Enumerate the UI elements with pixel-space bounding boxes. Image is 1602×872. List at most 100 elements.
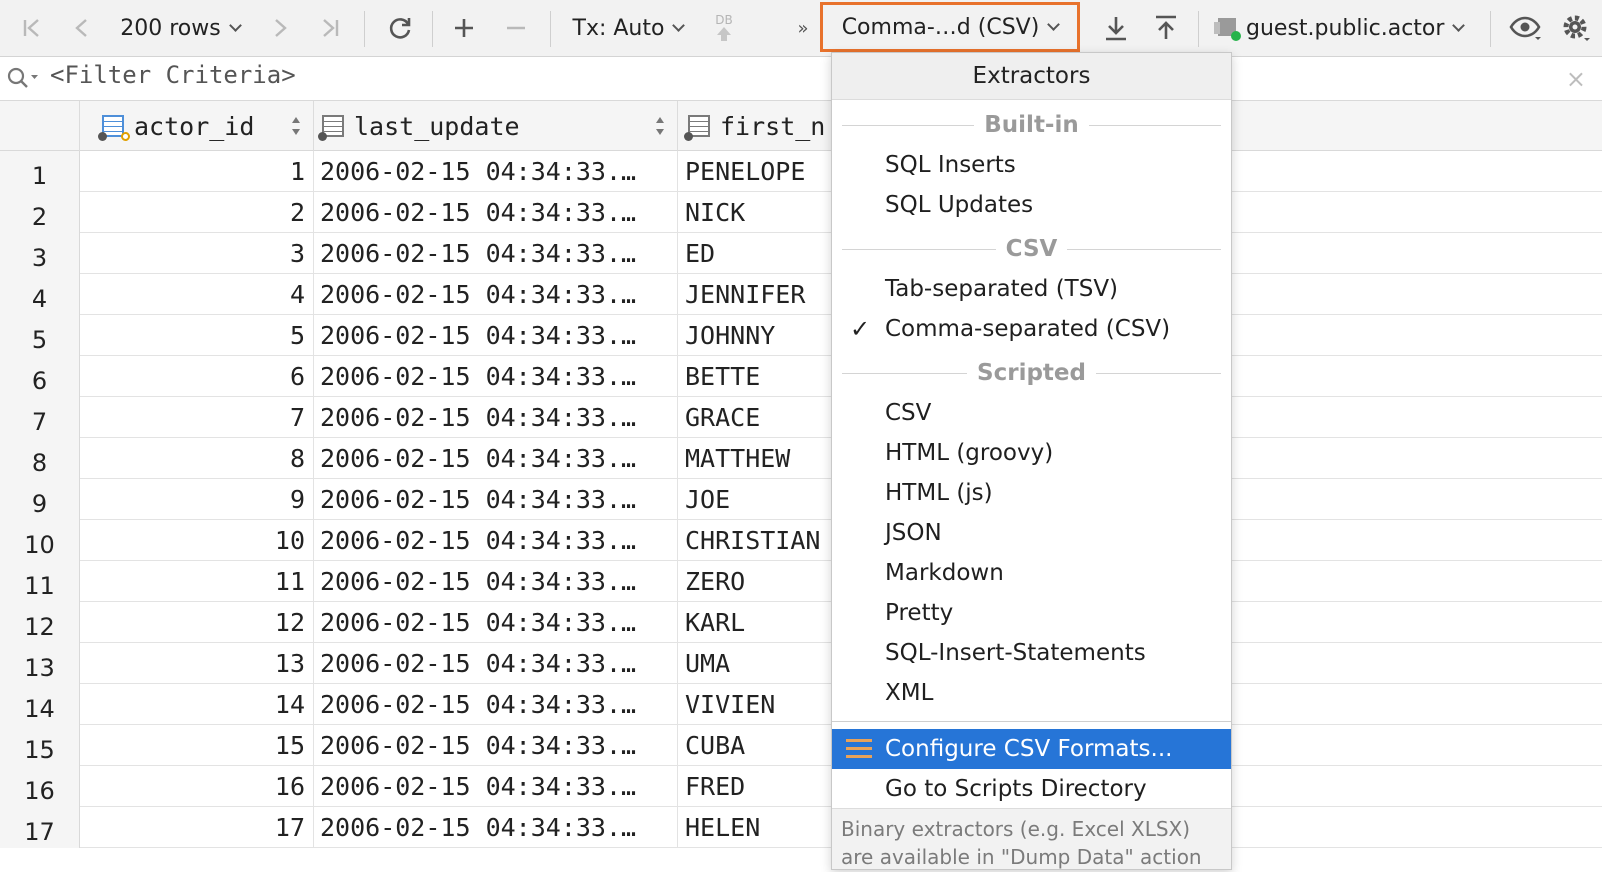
more-actions-icon[interactable]: »	[790, 0, 816, 56]
cell-first-name[interactable]: VIVIEN	[678, 684, 838, 725]
menu-item-pretty[interactable]: Pretty	[832, 593, 1231, 633]
cell-actor-id[interactable]: 2	[80, 192, 314, 233]
cell-first-name[interactable]: HELEN	[678, 807, 838, 848]
cell-last-update[interactable]: 2006-02-15 04:34:33.…	[314, 356, 678, 397]
table-row[interactable]: 8 8 2006-02-15 04:34:33.… MATTHEW	[0, 438, 1602, 479]
menu-item-scripted-csv[interactable]: CSV	[832, 393, 1231, 433]
menu-item-sql-inserts[interactable]: SQL Inserts	[832, 145, 1231, 185]
table-row[interactable]: 6 6 2006-02-15 04:34:33.… BETTE	[0, 356, 1602, 397]
table-row[interactable]: 14 14 2006-02-15 04:34:33.… VIVIEN	[0, 684, 1602, 725]
cell-first-name[interactable]: BETTE	[678, 356, 838, 397]
table-row[interactable]: 16 16 2006-02-15 04:34:33.… FRED	[0, 766, 1602, 807]
table-row[interactable]: 17 17 2006-02-15 04:34:33.… HELEN	[0, 807, 1602, 848]
table-row[interactable]: 10 10 2006-02-15 04:34:33.… CHRISTIAN	[0, 520, 1602, 561]
cell-last-update[interactable]: 2006-02-15 04:34:33.…	[314, 397, 678, 438]
table-row[interactable]: 7 7 2006-02-15 04:34:33.… GRACE	[0, 397, 1602, 438]
export-download-icon[interactable]	[1096, 0, 1136, 56]
import-upload-icon[interactable]	[1146, 0, 1186, 56]
cell-first-name[interactable]: CUBA	[678, 725, 838, 766]
column-header-last-update[interactable]: last_update	[314, 101, 678, 151]
menu-item-html-js[interactable]: HTML (js)	[832, 473, 1231, 513]
next-page-icon[interactable]	[262, 0, 298, 56]
settings-gear-icon[interactable]	[1556, 0, 1596, 56]
cell-first-name[interactable]: UMA	[678, 643, 838, 684]
cell-first-name[interactable]: KARL	[678, 602, 838, 643]
menu-item-sql-insert-statements[interactable]: SQL-Insert-Statements	[832, 633, 1231, 673]
table-row[interactable]: 3 3 2006-02-15 04:34:33.… ED	[0, 233, 1602, 274]
cell-first-name[interactable]: CHRISTIAN	[678, 520, 838, 561]
add-row-icon[interactable]	[446, 0, 482, 56]
cell-last-update[interactable]: 2006-02-15 04:34:33.…	[314, 151, 678, 192]
view-options-eye-icon[interactable]	[1504, 0, 1548, 56]
page-size-dropdown[interactable]: 200 rows	[110, 0, 250, 56]
cell-first-name[interactable]: PENELOPE	[678, 151, 838, 192]
cell-actor-id[interactable]: 15	[80, 725, 314, 766]
table-row[interactable]: 13 13 2006-02-15 04:34:33.… UMA	[0, 643, 1602, 684]
cell-last-update[interactable]: 2006-02-15 04:34:33.…	[314, 274, 678, 315]
table-row[interactable]: 12 12 2006-02-15 04:34:33.… KARL	[0, 602, 1602, 643]
column-header-actor-id[interactable]: actor_id	[80, 101, 314, 151]
cell-last-update[interactable]: 2006-02-15 04:34:33.…	[314, 725, 678, 766]
menu-item-json[interactable]: JSON	[832, 513, 1231, 553]
menu-item-configure-csv-formats[interactable]: Configure CSV Formats...	[832, 729, 1231, 769]
filter-criteria-input[interactable]: <Filter Criteria>	[50, 61, 296, 89]
cell-actor-id[interactable]: 3	[80, 233, 314, 274]
sort-icon[interactable]	[655, 117, 665, 135]
close-icon[interactable]: ×	[1566, 65, 1586, 93]
cell-actor-id[interactable]: 5	[80, 315, 314, 356]
cell-last-update[interactable]: 2006-02-15 04:34:33.…	[314, 643, 678, 684]
table-row[interactable]: 9 9 2006-02-15 04:34:33.… JOE	[0, 479, 1602, 520]
cell-last-update[interactable]: 2006-02-15 04:34:33.…	[314, 315, 678, 356]
cell-first-name[interactable]: JOE	[678, 479, 838, 520]
cell-actor-id[interactable]: 1	[80, 151, 314, 192]
reload-icon[interactable]	[380, 0, 420, 56]
cell-actor-id[interactable]: 17	[80, 807, 314, 848]
table-row[interactable]: 1 1 2006-02-15 04:34:33.… PENELOPE	[0, 151, 1602, 192]
sort-icon[interactable]	[291, 117, 301, 135]
datasource-dropdown[interactable]: guest.public.actor	[1214, 0, 1476, 56]
menu-item-tsv[interactable]: Tab-separated (TSV)	[832, 269, 1231, 309]
cell-last-update[interactable]: 2006-02-15 04:34:33.…	[314, 192, 678, 233]
cell-last-update[interactable]: 2006-02-15 04:34:33.…	[314, 233, 678, 274]
cell-last-update[interactable]: 2006-02-15 04:34:33.…	[314, 807, 678, 848]
cell-actor-id[interactable]: 4	[80, 274, 314, 315]
table-row[interactable]: 11 11 2006-02-15 04:34:33.… ZERO	[0, 561, 1602, 602]
cell-first-name[interactable]: FRED	[678, 766, 838, 807]
cell-actor-id[interactable]: 16	[80, 766, 314, 807]
cell-last-update[interactable]: 2006-02-15 04:34:33.…	[314, 766, 678, 807]
submit-to-db-button[interactable]: DB	[706, 0, 742, 56]
column-header-first-name[interactable]: first_n	[678, 101, 838, 151]
menu-item-sql-updates[interactable]: SQL Updates	[832, 185, 1231, 225]
cell-actor-id[interactable]: 9	[80, 479, 314, 520]
table-row[interactable]: 15 15 2006-02-15 04:34:33.… CUBA	[0, 725, 1602, 766]
cell-actor-id[interactable]: 7	[80, 397, 314, 438]
cell-actor-id[interactable]: 10	[80, 520, 314, 561]
cell-actor-id[interactable]: 14	[80, 684, 314, 725]
menu-item-markdown[interactable]: Markdown	[832, 553, 1231, 593]
last-page-icon[interactable]	[312, 0, 348, 56]
cell-first-name[interactable]: JENNIFER	[678, 274, 838, 315]
table-row[interactable]: 4 4 2006-02-15 04:34:33.… JENNIFER	[0, 274, 1602, 315]
cell-actor-id[interactable]: 6	[80, 356, 314, 397]
cell-last-update[interactable]: 2006-02-15 04:34:33.…	[314, 684, 678, 725]
cell-first-name[interactable]: MATTHEW	[678, 438, 838, 479]
transaction-mode-dropdown[interactable]: Tx: Auto	[566, 0, 690, 56]
menu-item-xml[interactable]: XML	[832, 673, 1231, 713]
first-page-icon[interactable]	[14, 0, 50, 56]
cell-first-name[interactable]: JOHNNY	[678, 315, 838, 356]
cell-last-update[interactable]: 2006-02-15 04:34:33.…	[314, 438, 678, 479]
cell-last-update[interactable]: 2006-02-15 04:34:33.…	[314, 520, 678, 561]
cell-first-name[interactable]: ED	[678, 233, 838, 274]
menu-item-go-to-scripts-directory[interactable]: Go to Scripts Directory	[832, 769, 1231, 809]
cell-actor-id[interactable]: 8	[80, 438, 314, 479]
cell-last-update[interactable]: 2006-02-15 04:34:33.…	[314, 561, 678, 602]
extractor-dropdown[interactable]: Comma-…d (CSV)	[820, 2, 1080, 52]
cell-first-name[interactable]: NICK	[678, 192, 838, 233]
cell-last-update[interactable]: 2006-02-15 04:34:33.…	[314, 602, 678, 643]
search-icon[interactable]	[6, 66, 40, 90]
cell-actor-id[interactable]: 12	[80, 602, 314, 643]
table-row[interactable]: 5 5 2006-02-15 04:34:33.… JOHNNY	[0, 315, 1602, 356]
previous-page-icon[interactable]	[64, 0, 100, 56]
cell-last-update[interactable]: 2006-02-15 04:34:33.…	[314, 479, 678, 520]
table-row[interactable]: 2 2 2006-02-15 04:34:33.… NICK	[0, 192, 1602, 233]
